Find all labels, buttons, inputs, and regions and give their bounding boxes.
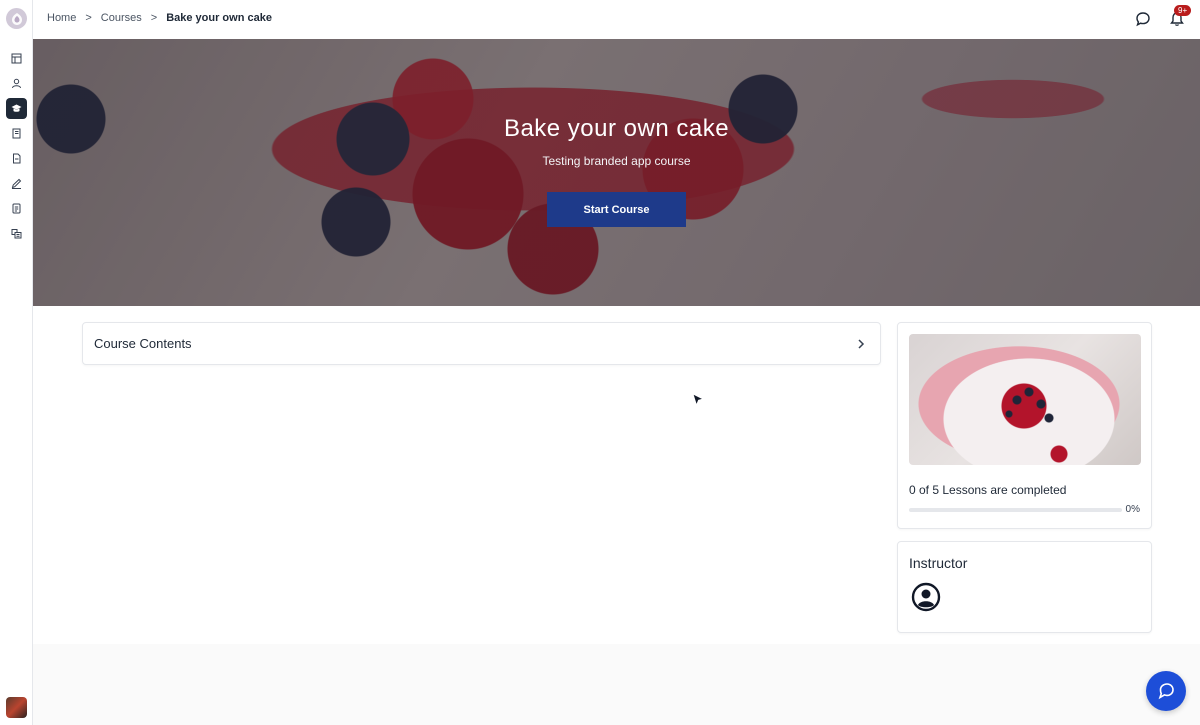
hero-content: Bake your own cake Testing branded app c… (33, 39, 1200, 306)
course-hero-banner: Bake your own cake Testing branded app c… (33, 39, 1200, 306)
breadcrumb-separator: > (150, 12, 158, 24)
pen-icon (11, 178, 22, 189)
course-thumbnail (909, 334, 1141, 465)
support-chat-button[interactable] (1146, 671, 1186, 711)
course-contents-title: Course Contents (94, 336, 192, 351)
breadcrumb-separator: > (85, 12, 92, 24)
graduation-cap-icon (11, 104, 22, 112)
chevron-right-icon (858, 339, 865, 349)
document-icon (13, 153, 21, 164)
course-main: Course Contents 0 of 5 Lessons are compl… (33, 306, 1200, 644)
sidebar-item-files[interactable] (6, 198, 27, 219)
users-icon (12, 78, 21, 89)
chat-icon (1136, 12, 1150, 27)
chat-button[interactable] (1134, 10, 1152, 28)
breadcrumb: Home > Courses > Bake your own cake (47, 12, 272, 24)
sidebar-item-courses[interactable] (6, 98, 27, 119)
course-title: Bake your own cake (503, 115, 730, 142)
sidebar-item-editor[interactable] (6, 173, 27, 194)
sidebar-item-users[interactable] (6, 73, 27, 94)
top-bar: Home > Courses > Bake your own cake (33, 0, 1200, 39)
instructor-avatar-icon[interactable] (911, 582, 941, 612)
user-avatar[interactable] (6, 697, 27, 718)
instructor-title: Instructor (909, 555, 968, 571)
library-icon (11, 229, 22, 239)
file-icon (12, 203, 21, 214)
book-icon (12, 128, 21, 139)
progress-percent: 0% (1125, 504, 1140, 515)
notification-badge: 9+ (1174, 5, 1192, 16)
sidebar-item-dashboard[interactable] (6, 48, 27, 69)
course-progress-card: 0 of 5 Lessons are completed 0% (897, 322, 1152, 529)
progress-bar (909, 508, 1122, 512)
sidebar-item-books[interactable] (6, 123, 27, 144)
logo-icon (11, 12, 22, 25)
course-contents-accordion[interactable]: Course Contents (82, 322, 881, 365)
instructor-card: Instructor (897, 541, 1152, 633)
sidebar (0, 0, 33, 725)
support-chat-icon (1158, 683, 1174, 700)
breadcrumb-courses[interactable]: Courses (101, 12, 142, 24)
sidebar-item-documents[interactable] (6, 148, 27, 169)
mouse-cursor-icon (692, 393, 704, 407)
start-course-button[interactable]: Start Course (547, 192, 686, 227)
course-subtitle: Testing branded app course (542, 154, 691, 168)
app-logo[interactable] (6, 8, 27, 29)
breadcrumb-current: Bake your own cake (166, 12, 272, 24)
sidebar-item-library[interactable] (6, 223, 27, 244)
lessons-completed-text: 0 of 5 Lessons are completed (909, 483, 1067, 497)
breadcrumb-home[interactable]: Home (47, 12, 76, 24)
dashboard-icon (11, 53, 22, 64)
